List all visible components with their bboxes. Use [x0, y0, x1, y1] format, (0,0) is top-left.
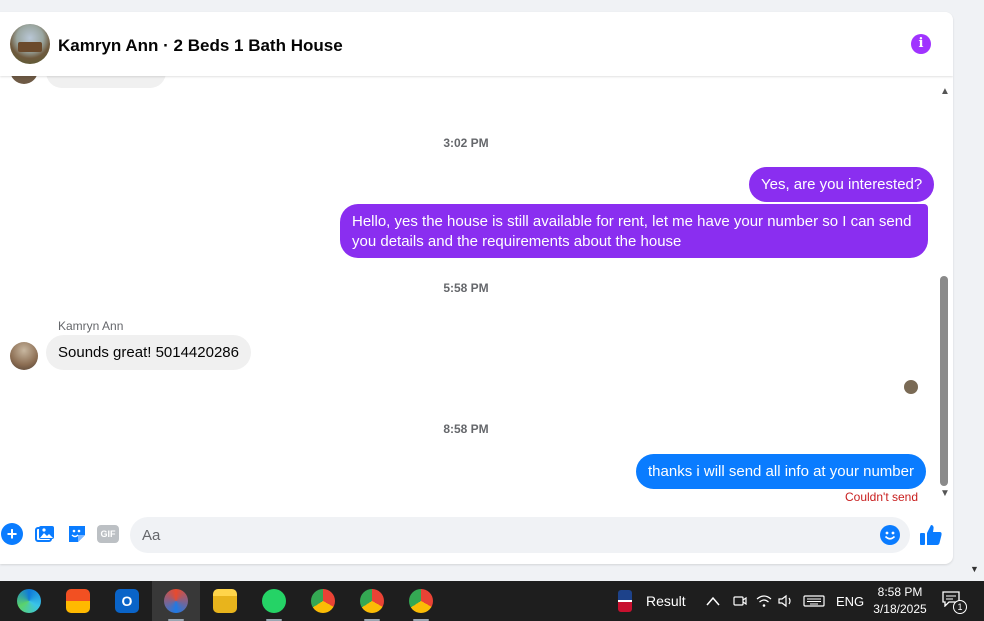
notification-count-badge: 1: [953, 600, 967, 614]
message-composer: + GIF: [0, 516, 953, 558]
sticker-icon[interactable]: [66, 523, 88, 545]
seen-indicator-avatar: [904, 380, 918, 394]
page-scroll-down-icon[interactable]: ▼: [970, 564, 979, 574]
message-scrollbar[interactable]: ▲ ▼: [938, 86, 950, 502]
widget-label[interactable]: Result: [646, 593, 686, 609]
message-input[interactable]: [130, 517, 910, 553]
taskbar-clock[interactable]: 8:58 PM 3/18/2025: [868, 584, 932, 618]
volume-icon[interactable]: [778, 581, 794, 621]
meet-now-icon[interactable]: [733, 581, 747, 621]
whatsapp-icon[interactable]: [250, 581, 298, 621]
incoming-message[interactable]: Sounds great! 5014420286: [46, 335, 251, 370]
outgoing-message[interactable]: Hello, yes the house is still available …: [340, 204, 928, 258]
timestamp: 3:02 PM: [443, 136, 489, 150]
language-indicator[interactable]: ENG: [836, 581, 864, 621]
outgoing-message[interactable]: thanks i will send all info at your numb…: [636, 454, 926, 489]
wifi-icon[interactable]: [756, 581, 772, 621]
scroll-thumb[interactable]: [940, 276, 948, 486]
store-icon[interactable]: [54, 581, 102, 621]
photo-icon[interactable]: [34, 523, 56, 545]
snipping-tool-icon[interactable]: [152, 581, 200, 621]
contact-avatar[interactable]: [10, 24, 50, 64]
thumbs-up-icon[interactable]: [918, 522, 944, 548]
plus-icon[interactable]: +: [1, 523, 23, 545]
gif-icon[interactable]: GIF: [97, 525, 119, 543]
edge-icon[interactable]: [5, 581, 53, 621]
conversation-title[interactable]: Kamryn Ann · 2 Beds 1 Bath House: [58, 36, 343, 56]
chat-header: Kamryn Ann · 2 Beds 1 Bath House i: [0, 12, 953, 76]
send-error-text[interactable]: Couldn't send: [845, 490, 918, 504]
chrome-icon[interactable]: [299, 581, 347, 621]
scroll-down-arrow-icon[interactable]: ▼: [940, 488, 950, 499]
outgoing-message[interactable]: Yes, are you interested?: [749, 167, 935, 202]
sender-name: Kamryn Ann: [58, 319, 124, 333]
chrome-profile-icon[interactable]: [348, 581, 396, 621]
chrome-profile-icon[interactable]: [397, 581, 445, 621]
emoji-icon[interactable]: [880, 525, 900, 545]
sender-avatar[interactable]: [10, 342, 38, 370]
file-explorer-icon[interactable]: [201, 581, 249, 621]
keyboard-icon[interactable]: [803, 581, 825, 621]
clock-time: 8:58 PM: [877, 585, 923, 599]
chat-window: Kamryn Ann · 2 Beds 1 Bath House i 3:02 …: [0, 12, 953, 564]
nba-icon[interactable]: [618, 590, 632, 612]
chevron-up-icon[interactable]: [706, 581, 720, 621]
clock-date: 3/18/2025: [873, 602, 927, 616]
timestamp: 5:58 PM: [443, 281, 489, 295]
timestamp: 8:58 PM: [443, 422, 489, 436]
outlook-icon[interactable]: O: [103, 581, 151, 621]
scroll-up-arrow-icon[interactable]: ▲: [940, 86, 950, 97]
info-icon[interactable]: i: [911, 34, 931, 54]
